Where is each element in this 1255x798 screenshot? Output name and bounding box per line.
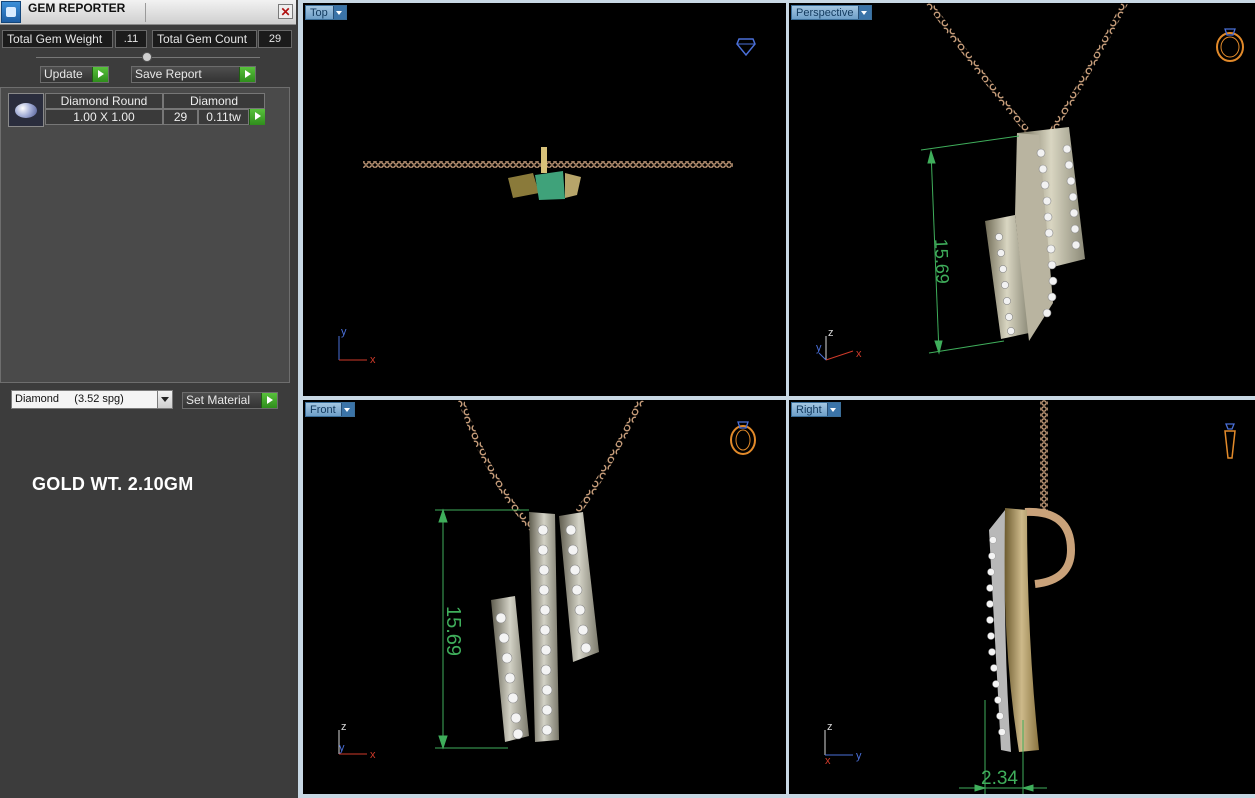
axis-gizmo: z y x	[816, 327, 862, 361]
chevron-down-icon[interactable]	[340, 403, 354, 416]
viewport-perspective-title: Perspective	[796, 7, 854, 19]
chevron-down-icon[interactable]	[858, 6, 872, 19]
panel-title: GEM REPORTER	[28, 1, 126, 15]
material-select[interactable]: Diamond (3.52 spg)	[11, 390, 173, 409]
pendant-icon	[1224, 423, 1236, 459]
gold-weight-annotation: GOLD WT. 2.10GM	[32, 474, 194, 494]
play-arrow-icon	[261, 393, 277, 408]
total-gem-weight-label: Total Gem Weight	[2, 30, 113, 48]
axis-gizmo: z x y	[824, 721, 862, 767]
update-button-label: Update	[44, 67, 83, 81]
gem-reporter-panel: GEM REPORTER ✕ Total Gem Weight .11 Tota…	[0, 0, 298, 798]
total-gem-count-value: 29	[258, 30, 292, 48]
gem-list: Diamond Round Diamond 1.00 X 1.00 29 0.1…	[0, 87, 290, 383]
save-report-button-label: Save Report	[135, 67, 202, 81]
play-arrow-icon	[239, 67, 255, 82]
close-button[interactable]: ✕	[278, 4, 293, 19]
total-gem-weight-value: .11	[115, 30, 147, 48]
viewport-right[interactable]: 2.34 z x y Right	[789, 400, 1255, 794]
axis-y-label: y	[816, 342, 822, 354]
chevron-down-icon[interactable]	[157, 391, 172, 408]
ring-icon	[730, 421, 756, 455]
viewport-right-title: Right	[796, 404, 822, 416]
axis-gizmo: z y x	[338, 721, 376, 761]
dimension-label: 15.69	[442, 606, 464, 656]
app-icon	[1, 1, 21, 23]
set-material-button[interactable]: Set Material	[182, 392, 278, 409]
title-separator	[145, 3, 146, 22]
chevron-down-icon[interactable]	[332, 6, 346, 19]
viewport-top-title: Top	[310, 7, 328, 19]
viewport-label-top[interactable]: Top	[305, 5, 347, 20]
chain	[1040, 400, 1048, 515]
axis-gizmo: y x	[338, 326, 376, 366]
front-view-render: 15.69 z y x	[338, 400, 756, 761]
axis-z-label: z	[341, 721, 347, 733]
panel-title-bar: GEM REPORTER ✕	[0, 0, 296, 25]
gem-icon	[736, 38, 756, 57]
gem-icon	[8, 93, 44, 127]
play-arrow-icon	[92, 67, 108, 82]
chain-right	[575, 400, 644, 514]
viewport-front[interactable]: 15.69 z y x Front	[303, 400, 786, 794]
axis-y-label: y	[341, 326, 347, 338]
gem-material-header: Diamond	[163, 93, 265, 109]
chain-right	[1048, 3, 1128, 135]
axis-z-label: z	[827, 721, 833, 733]
top-view-render: y x	[338, 38, 756, 366]
gem-size-cell: 1.00 X 1.00	[45, 109, 163, 125]
viewport-perspective[interactable]: 15.69 z y x Perspective	[789, 3, 1255, 396]
viewport-label-perspective[interactable]: Perspective	[791, 5, 873, 20]
viewport-top[interactable]: y x Top	[303, 3, 786, 396]
ring-icon	[1216, 28, 1244, 62]
pendant-top	[508, 147, 581, 200]
update-button[interactable]: Update	[40, 66, 109, 83]
total-gem-count-label: Total Gem Count	[152, 30, 257, 48]
gem-count-cell: 29	[163, 109, 198, 125]
axis-x-label: x	[370, 354, 376, 366]
axis-x-label: x	[370, 749, 376, 761]
gem-weight-cell: 0.11tw	[198, 109, 249, 125]
save-report-button[interactable]: Save Report	[131, 66, 256, 83]
viewport-front-title: Front	[310, 404, 336, 416]
viewport-area: y x Top 15.69 z y x Perspective 15.69 z …	[298, 0, 1255, 798]
perspective-view-render: 15.69 z y x	[816, 3, 1244, 361]
axis-z-label: z	[828, 327, 834, 339]
gem-row-play-icon[interactable]	[249, 109, 265, 125]
axis-y-label: y	[339, 742, 345, 754]
axis-x-label: x	[856, 348, 862, 360]
chain-left	[926, 3, 1032, 135]
collapse-handle[interactable]	[142, 52, 152, 62]
dimension-label: 15.69	[931, 238, 953, 284]
gem-shape-header: Diamond Round	[45, 93, 163, 109]
viewport-label-right[interactable]: Right	[791, 402, 841, 417]
viewport-label-front[interactable]: Front	[305, 402, 355, 417]
material-select-value: Diamond (3.52 spg)	[15, 393, 124, 405]
set-material-button-label: Set Material	[186, 393, 251, 407]
right-view-render: 2.34 z x y	[824, 400, 1236, 794]
axis-y-label: y	[856, 750, 862, 762]
chain-top	[363, 161, 733, 168]
dimension-label: 2.34	[981, 768, 1018, 789]
chevron-down-icon[interactable]	[826, 403, 840, 416]
axis-x-label: x	[825, 755, 831, 767]
